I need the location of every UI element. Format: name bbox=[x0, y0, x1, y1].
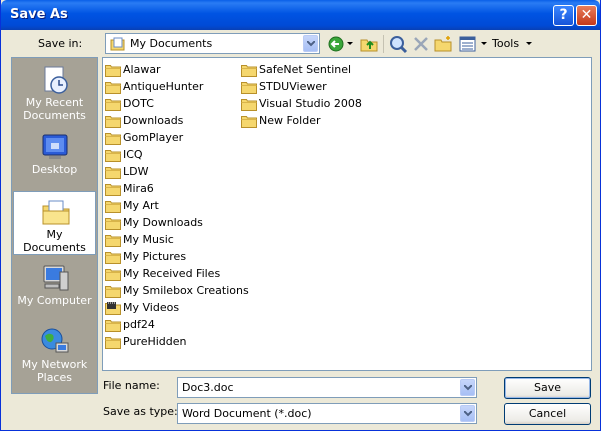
folder-icon bbox=[105, 65, 121, 77]
list-item-label: PureHidden bbox=[123, 335, 187, 348]
chevron-down-icon bbox=[307, 41, 315, 47]
my-documents-icon bbox=[42, 200, 70, 225]
views-icon[interactable] bbox=[458, 34, 478, 54]
save-as-type-dropdown[interactable]: Word Document (*.doc) bbox=[177, 403, 477, 424]
save-button[interactable]: Save bbox=[504, 377, 591, 399]
recent-documents-icon bbox=[44, 66, 68, 94]
list-item-label: Visual Studio 2008 bbox=[259, 97, 362, 110]
list-item-label: GomPlayer bbox=[123, 131, 184, 144]
list-item-label: Mira6 bbox=[123, 182, 154, 195]
save-in-dropdown[interactable]: My Documents bbox=[105, 33, 320, 54]
folder-icon bbox=[241, 99, 257, 111]
save-in-value: My Documents bbox=[130, 37, 213, 50]
folder-icon bbox=[105, 184, 121, 196]
place-label-line1: Desktop bbox=[31, 163, 78, 176]
list-item-label: STDUViewer bbox=[259, 80, 327, 93]
delete-icon[interactable] bbox=[411, 34, 431, 54]
folder-icon bbox=[105, 320, 121, 332]
place-label-line2: Places bbox=[37, 371, 72, 384]
list-item-label: My Smilebox Creations bbox=[123, 284, 249, 297]
tools-label: Tools bbox=[492, 37, 520, 50]
folder-icon bbox=[105, 337, 121, 349]
folder-icon bbox=[241, 116, 257, 128]
list-item-label: LDW bbox=[123, 165, 149, 178]
file-list[interactable]: Alawar AntiqueHunter DOTC Downloads GomPlaye… bbox=[102, 57, 592, 371]
new-folder-icon[interactable] bbox=[433, 34, 453, 54]
save-in-dropdown-arrow[interactable] bbox=[303, 35, 318, 52]
list-item-label: ICQ bbox=[123, 148, 143, 161]
folder-icon bbox=[105, 269, 121, 281]
list-item-label: My Pictures bbox=[123, 250, 187, 263]
list-item-label: Alawar bbox=[123, 63, 161, 76]
video-folder-icon bbox=[105, 302, 121, 315]
window-title: Save As bbox=[10, 7, 68, 22]
folder-icon bbox=[105, 82, 121, 94]
tools-menu[interactable]: Tools bbox=[492, 37, 532, 50]
file-name-input[interactable]: Doc3.doc bbox=[177, 377, 477, 398]
list-item-label: My Music bbox=[123, 233, 174, 246]
back-dropdown-icon[interactable] bbox=[347, 42, 353, 46]
save-as-dialog: Save As ? ✕ Save in: My Documents Tools … bbox=[0, 0, 601, 431]
place-desktop[interactable]: Desktop bbox=[13, 127, 96, 191]
list-item-label: My Received Files bbox=[123, 267, 221, 280]
list-item-label: DOTC bbox=[123, 97, 154, 110]
list-item-label: SafeNet Sentinel bbox=[259, 63, 352, 76]
save-as-type-dropdown-arrow[interactable] bbox=[460, 405, 475, 422]
folder-icon bbox=[105, 116, 121, 128]
place-my-computer[interactable]: My Computer bbox=[13, 258, 96, 322]
network-places-icon bbox=[41, 328, 69, 353]
my-documents-small-icon bbox=[110, 37, 125, 51]
save-as-type-label: Save as type: bbox=[103, 405, 178, 418]
folder-icon bbox=[241, 82, 257, 94]
place-label-line2: Documents bbox=[23, 109, 86, 122]
cancel-button[interactable]: Cancel bbox=[504, 403, 591, 425]
place-label-line1: My Computer bbox=[17, 294, 92, 307]
place-my-documents[interactable]: My Documents bbox=[13, 191, 96, 255]
file-name-label: File name: bbox=[103, 379, 160, 392]
list-item-label: pdf24 bbox=[123, 318, 155, 331]
my-computer-icon bbox=[43, 265, 69, 291]
folder-icon bbox=[105, 218, 121, 230]
chevron-down-icon bbox=[464, 385, 472, 391]
place-label-line1: My Documents bbox=[23, 228, 86, 254]
title-bar[interactable]: Save As ? ✕ bbox=[1, 0, 600, 30]
folder-icon bbox=[105, 167, 121, 179]
desktop-icon bbox=[42, 134, 68, 159]
folder-icon bbox=[105, 235, 121, 247]
folder-icon bbox=[105, 133, 121, 145]
places-bar: My RecentDocuments Desktop My Documents bbox=[11, 57, 98, 394]
place-my-network-places[interactable]: My Network Places bbox=[13, 322, 96, 386]
list-item-label: AntiqueHunter bbox=[123, 80, 204, 93]
file-name-value: Doc3.doc bbox=[182, 381, 234, 394]
list-item-label: New Folder bbox=[259, 114, 321, 127]
search-web-icon[interactable] bbox=[388, 34, 408, 54]
folder-icon bbox=[105, 150, 121, 162]
save-in-label: Save in: bbox=[38, 37, 83, 50]
back-icon[interactable] bbox=[327, 34, 347, 54]
close-button[interactable]: ✕ bbox=[576, 5, 597, 26]
list-item-label: Downloads bbox=[123, 114, 184, 127]
up-folder-icon[interactable] bbox=[359, 34, 379, 54]
folder-icon bbox=[105, 201, 121, 213]
list-item-label: My Art bbox=[123, 199, 159, 212]
chevron-down-icon bbox=[464, 411, 472, 417]
list-item-label: My Downloads bbox=[123, 216, 203, 229]
place-label-line1: My Recent bbox=[25, 96, 84, 109]
views-dropdown-icon[interactable] bbox=[481, 42, 487, 46]
toolbar-separator bbox=[383, 35, 384, 53]
place-label-line1: My Network bbox=[21, 358, 88, 371]
file-name-dropdown-arrow[interactable] bbox=[460, 379, 475, 396]
list-item-label: My Videos bbox=[123, 301, 180, 314]
folder-icon bbox=[105, 252, 121, 264]
folder-icon bbox=[105, 99, 121, 111]
place-my-recent-documents[interactable]: My Recent Documents bbox=[13, 60, 96, 124]
folder-icon bbox=[241, 65, 257, 77]
chevron-down-icon bbox=[525, 42, 532, 45]
folder-icon bbox=[105, 286, 121, 298]
help-button[interactable]: ? bbox=[553, 5, 574, 26]
save-as-type-value: Word Document (*.doc) bbox=[182, 407, 312, 420]
